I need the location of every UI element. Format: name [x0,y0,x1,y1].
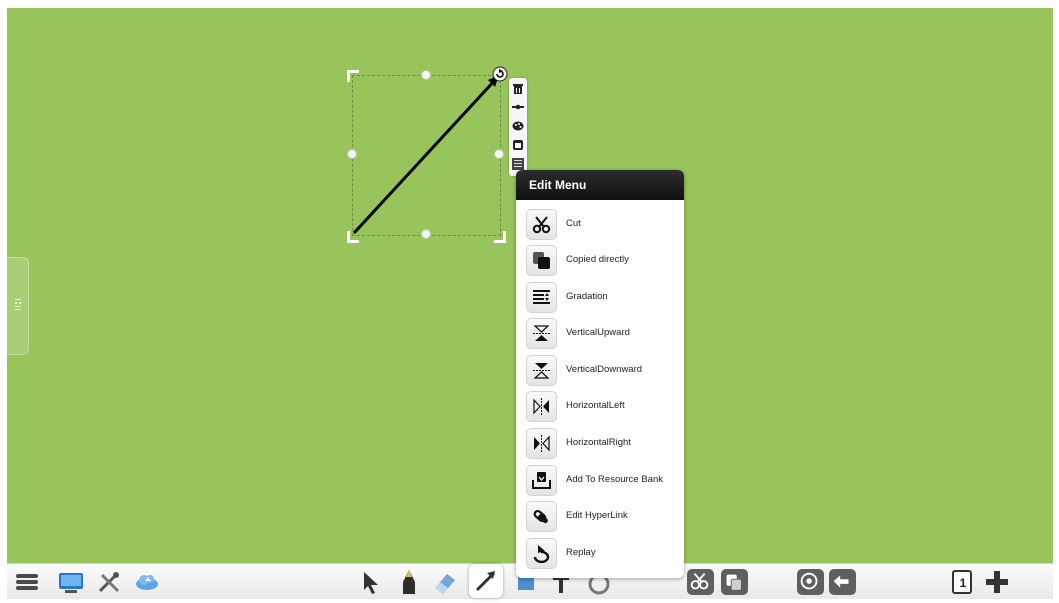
line-style-icon[interactable] [512,101,524,113]
target-button[interactable] [797,569,824,595]
eraser-icon[interactable] [431,568,459,596]
menu-item-copied-directly[interactable]: Copied directly [526,245,676,277]
scissors-icon [526,209,557,240]
tools-icon[interactable] [95,568,123,596]
resize-handle-left[interactable] [347,149,357,159]
horizontal-right-icon [526,428,557,459]
cloud-icon[interactable] [133,568,161,596]
menu-item-label: Replay [566,547,596,558]
menu-item-replay[interactable]: Replay [526,538,676,570]
menu-item-label: VerticalUpward [566,327,630,338]
menu-item-label: Edit HyperLink [566,510,628,521]
replay-icon [526,538,557,569]
page-icon[interactable]: 1 [949,568,977,596]
pen-icon[interactable] [395,568,423,596]
menu-item-label: HorizontalLeft [566,400,625,411]
edit-menu: Edit Menu Cut Copied directly Gradation … [516,170,684,578]
menu-item-horizontal-left[interactable]: HorizontalLeft [526,391,676,423]
resize-handle-top[interactable] [421,70,431,80]
vertical-upward-icon [526,318,557,349]
object-mini-toolbar [509,78,527,176]
main-menu-icon[interactable] [13,568,41,596]
line-tool-icon[interactable] [469,564,503,598]
resize-handle-bottom[interactable] [421,229,431,239]
edit-menu-title: Edit Menu [516,170,684,200]
menu-item-gradation[interactable]: Gradation [526,282,676,314]
display-icon[interactable] [57,568,85,596]
delete-icon[interactable] [512,83,524,95]
color-palette-icon[interactable] [512,120,524,132]
corner-handle-bottom-left[interactable] [347,231,359,243]
menu-item-label: Cut [566,218,581,229]
page-number: 1 [959,576,967,590]
copy-button[interactable] [721,569,748,595]
select-arrow-icon[interactable] [356,568,384,596]
menu-item-cut[interactable]: Cut [526,209,676,241]
gradation-icon [526,282,557,313]
menu-item-label: Add To Resource Bank [566,474,663,485]
menu-item-add-to-resource-bank[interactable]: Add To Resource Bank [526,465,676,497]
hyperlink-icon [526,501,557,532]
corner-handle-bottom-right[interactable] [494,231,506,243]
menu-item-label: HorizontalRight [566,437,631,448]
add-page-icon[interactable] [983,568,1011,596]
menu-item-label: Gradation [566,291,608,302]
menu-icon[interactable] [512,158,524,170]
vertical-downward-icon [526,355,557,386]
menu-item-label: VerticalDownward [566,364,643,375]
corner-handle-top-left[interactable] [347,70,359,82]
menu-item-label: Copied directly [566,254,629,265]
back-button[interactable] [829,569,856,595]
menu-item-edit-hyperlink[interactable]: Edit HyperLink [526,501,676,533]
layer-icon[interactable] [512,139,524,151]
side-panel-icon [15,299,21,310]
cut-button[interactable] [687,569,714,595]
menu-item-horizontal-right[interactable]: HorizontalRight [526,428,676,460]
side-panel-tab[interactable] [7,257,29,355]
menu-item-vertical-downward[interactable]: VerticalDownward [526,355,676,387]
copy-icon [526,245,557,276]
menu-item-vertical-upward[interactable]: VerticalUpward [526,318,676,350]
horizontal-left-icon [526,391,557,422]
resource-bank-icon [526,465,557,496]
resize-handle-right[interactable] [494,149,504,159]
selection-box[interactable] [352,75,501,236]
